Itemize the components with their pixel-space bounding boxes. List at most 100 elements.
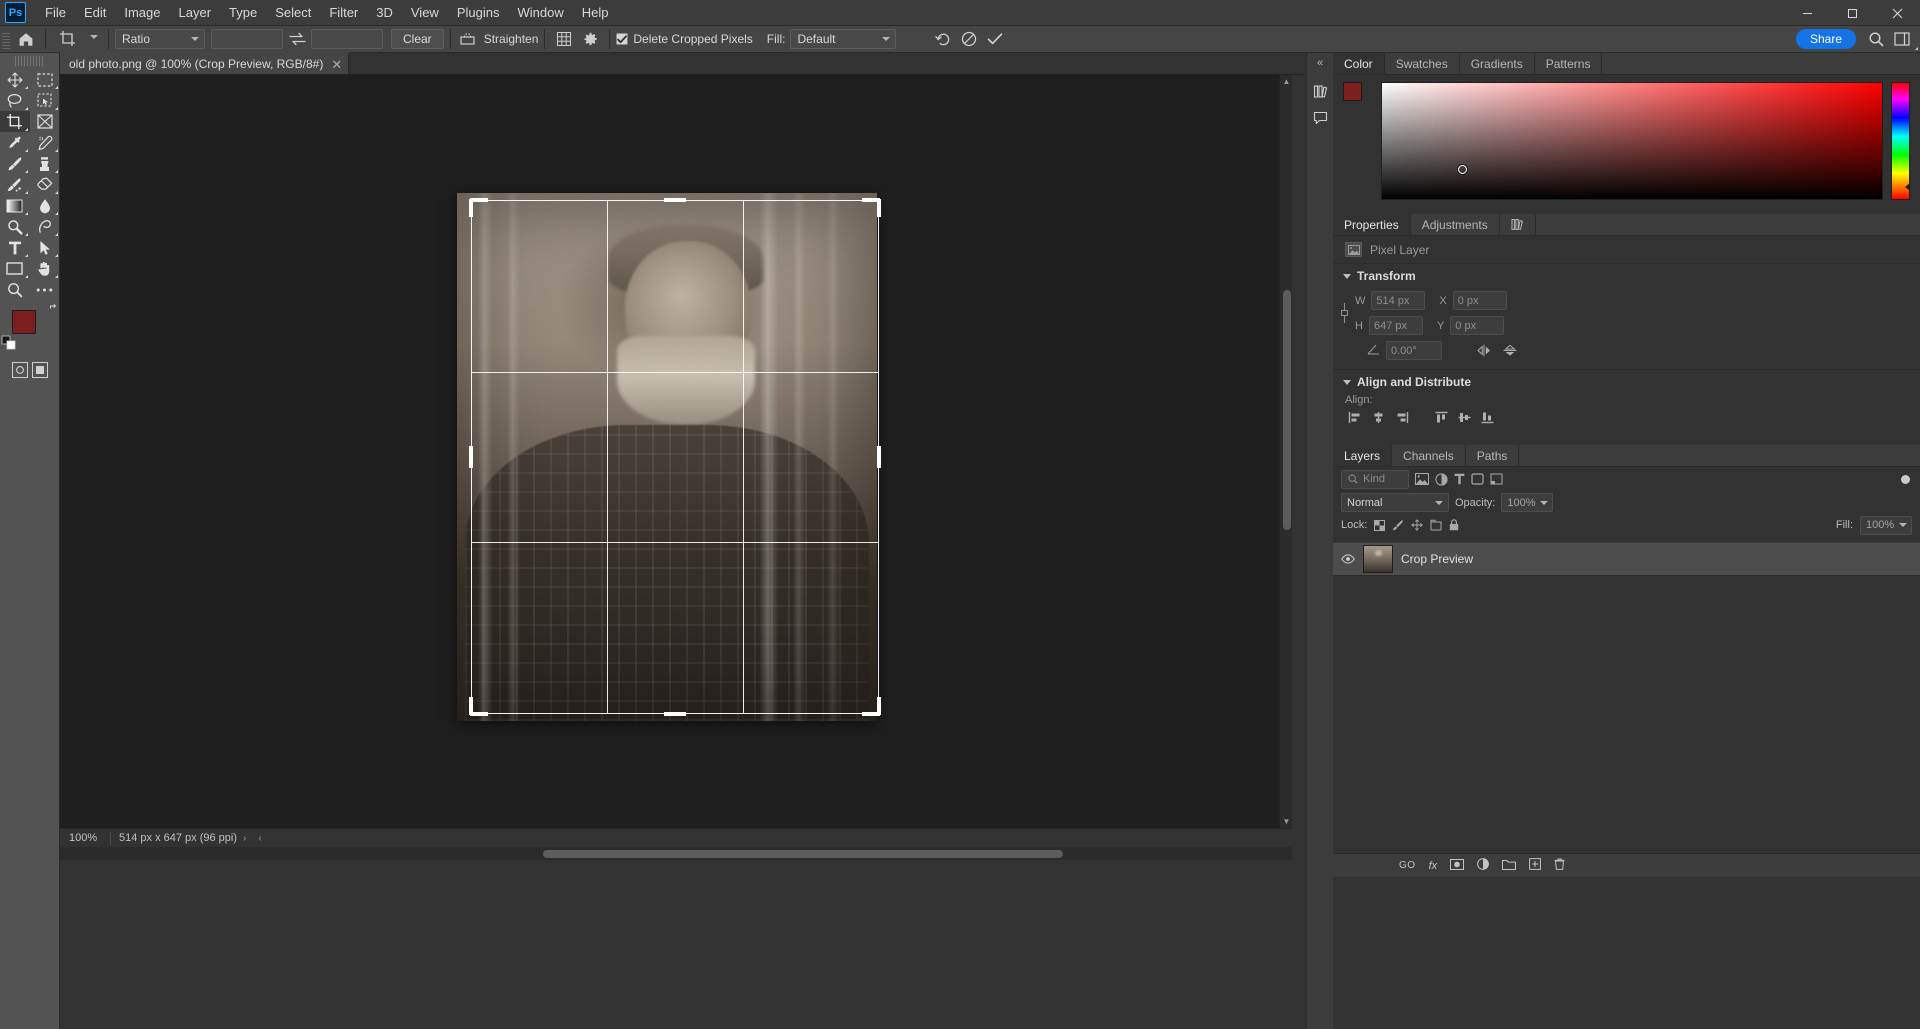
menu-edit[interactable]: Edit [75, 0, 115, 25]
blend-mode-select[interactable]: Normal [1341, 493, 1449, 512]
align-top-icon[interactable] [1431, 409, 1451, 426]
y-input[interactable]: 0 px [1450, 316, 1504, 335]
tab-gradients[interactable]: Gradients [1460, 53, 1535, 74]
screen-mode-icon[interactable] [32, 362, 48, 378]
clear-button[interactable]: Clear [391, 29, 444, 49]
crop-overlay[interactable] [472, 201, 878, 713]
hand-tool[interactable] [30, 258, 60, 279]
align-center-horizontal-icon[interactable] [1368, 409, 1388, 426]
lock-position-icon[interactable] [1411, 519, 1423, 531]
home-icon[interactable] [14, 29, 38, 50]
canvas-horizontal-scrollbar[interactable] [60, 847, 1292, 860]
blur-tool[interactable] [30, 195, 60, 216]
default-colors-icon[interactable] [2, 336, 15, 352]
menu-plugins[interactable]: Plugins [448, 0, 509, 25]
crop-handle-bottom-left-v[interactable] [469, 697, 473, 715]
pen-tool[interactable] [30, 216, 60, 237]
gear-icon[interactable] [578, 29, 602, 50]
transform-section-header[interactable]: Transform [1333, 264, 1920, 288]
width-input[interactable]: 514 px [1371, 291, 1425, 310]
filter-type-icon[interactable] [1454, 473, 1465, 485]
adjustment-layer-icon[interactable] [1477, 858, 1489, 873]
canvas-area[interactable]: ▲ ▼ [60, 75, 1292, 828]
maximize-button[interactable] [1830, 0, 1875, 26]
lock-artboard-icon[interactable] [1430, 519, 1442, 531]
document-tab[interactable]: old photo.png @ 100% (Crop Preview, RGB/… [60, 52, 349, 74]
lasso-tool[interactable] [0, 90, 30, 111]
scroll-up-icon[interactable]: ▲ [1280, 75, 1292, 88]
share-button[interactable]: Share [1796, 29, 1856, 49]
options-bar-grip[interactable] [2, 29, 10, 49]
menu-type[interactable]: Type [220, 0, 266, 25]
search-icon[interactable] [1864, 29, 1888, 50]
filter-pixel-icon[interactable] [1415, 473, 1429, 485]
straighten-button[interactable]: Straighten [457, 29, 539, 50]
x-input[interactable]: 0 px [1453, 291, 1507, 310]
lock-transparent-pixels-icon[interactable] [1374, 520, 1385, 531]
quick-mask-icon[interactable] [12, 362, 28, 378]
link-layers-icon[interactable]: GO [1399, 860, 1416, 871]
filter-toggle-icon[interactable] [1901, 475, 1910, 484]
eye-icon[interactable] [1341, 554, 1355, 564]
scrollbar-thumb[interactable] [1283, 290, 1291, 530]
menu-select[interactable]: Select [266, 0, 320, 25]
dodge-tool[interactable] [0, 216, 30, 237]
swap-colors-icon[interactable] [49, 304, 60, 318]
history-brush-tool[interactable] [0, 174, 30, 195]
path-selection-tool[interactable] [30, 237, 60, 258]
reset-icon[interactable] [931, 29, 955, 50]
tab-swatches[interactable]: Swatches [1385, 53, 1460, 74]
grid-overlay-icon[interactable] [552, 29, 576, 50]
delete-layer-icon[interactable] [1554, 858, 1565, 873]
menu-layer[interactable]: Layer [170, 0, 221, 25]
type-tool[interactable] [0, 237, 30, 258]
collapse-panels-icon[interactable]: « [1317, 57, 1323, 69]
menu-3d[interactable]: 3D [367, 0, 402, 25]
align-bottom-icon[interactable] [1477, 409, 1497, 426]
layer-name[interactable]: Crop Preview [1401, 552, 1473, 566]
color-spectrum-field[interactable] [1381, 82, 1883, 200]
canvas-vertical-scrollbar[interactable]: ▲ ▼ [1279, 75, 1292, 828]
layer-style-icon[interactable]: fx [1429, 860, 1438, 872]
tab-adjustments[interactable]: Adjustments [1411, 214, 1500, 235]
gradient-tool[interactable] [0, 195, 30, 216]
menu-view[interactable]: View [402, 0, 448, 25]
opacity-input[interactable]: 100% [1501, 493, 1553, 512]
align-distribute-section-header[interactable]: Align and Distribute [1333, 370, 1920, 394]
link-icon[interactable] [1333, 290, 1355, 336]
filter-smart-object-icon[interactable] [1490, 473, 1503, 485]
tab-paths[interactable]: Paths [1466, 445, 1520, 466]
scroll-down-icon[interactable]: ▼ [1280, 815, 1292, 828]
menu-image[interactable]: Image [115, 0, 169, 25]
flip-vertical-icon[interactable] [1500, 342, 1520, 359]
fill-select[interactable]: Default [790, 29, 896, 49]
tab-layers[interactable]: Layers [1333, 445, 1392, 466]
layer-row-crop-preview[interactable]: Crop Preview [1333, 542, 1920, 576]
rectangle-tool[interactable] [0, 258, 30, 279]
crop-handle-top-right-v[interactable] [877, 199, 881, 217]
align-left-icon[interactable] [1345, 409, 1365, 426]
crop-handle-top-center[interactable] [664, 198, 686, 202]
tool-preset-chevron-icon[interactable] [87, 29, 101, 50]
close-icon[interactable]: ✕ [331, 58, 342, 71]
status-collapse-icon[interactable]: ‹ [258, 833, 261, 844]
lock-image-pixels-icon[interactable] [1392, 519, 1404, 531]
status-expand-icon[interactable]: › [243, 833, 246, 844]
align-center-vertical-icon[interactable] [1454, 409, 1474, 426]
menu-help[interactable]: Help [573, 0, 618, 25]
new-group-icon[interactable] [1502, 859, 1516, 873]
eyedropper-tool[interactable] [0, 132, 30, 153]
flip-horizontal-icon[interactable] [1474, 342, 1494, 359]
object-selection-tool[interactable] [30, 90, 60, 111]
tab-libraries[interactable] [1500, 214, 1536, 235]
menu-window[interactable]: Window [508, 0, 572, 25]
crop-ratio-select[interactable]: Ratio [115, 29, 205, 49]
comments-icon[interactable] [1308, 106, 1332, 130]
angle-input[interactable]: 0.00° [1386, 341, 1442, 360]
menu-filter[interactable]: Filter [320, 0, 367, 25]
clone-stamp-tool[interactable] [30, 153, 60, 174]
tab-channels[interactable]: Channels [1392, 445, 1466, 466]
swap-arrows-icon[interactable] [284, 29, 310, 50]
close-button[interactable] [1875, 0, 1920, 26]
hue-slider-handle[interactable] [1905, 183, 1910, 191]
